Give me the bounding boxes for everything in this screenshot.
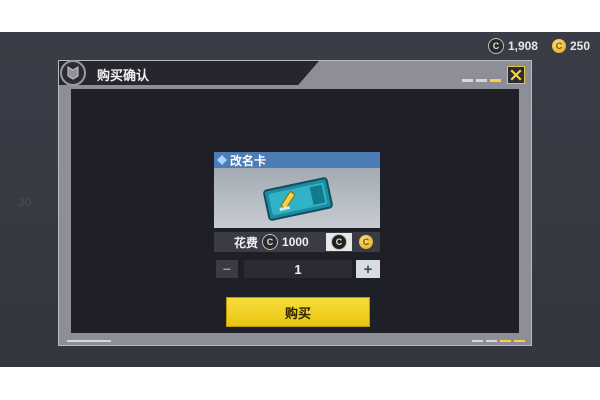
decor-stripes-top [462,79,501,82]
currency-bar: C 1,908 C 250 [487,38,590,54]
rank-emblem-icon [67,66,79,80]
item-name: 改名卡 [230,153,267,168]
gold-currency: C 250 [551,39,590,53]
cp-coin-icon: C [331,234,347,250]
pay-with-gold-toggle[interactable]: C [356,233,376,251]
decor-stripes-bottom [472,340,525,342]
price-value: 1000 [282,235,309,249]
close-button[interactable] [507,66,525,84]
dialog-emblem-icon [60,60,86,86]
cp-amount: 1,908 [507,39,538,53]
price-label: 花费 [234,235,259,250]
close-icon [510,69,522,81]
buy-label: 购买 [284,305,311,321]
item-card: 改名卡 [214,152,380,228]
gold-amount: 250 [569,39,590,53]
minus-icon: − [222,261,232,277]
gold-coin-icon: C [359,235,373,249]
buy-button[interactable]: 购买 [226,297,370,327]
diamond-icon [217,155,227,165]
background-ghost-value: 30 [18,195,32,209]
quantity-value: 1 [294,261,302,277]
rename-card-icon [263,177,333,221]
price-coin-icon: C [262,234,279,250]
item-header: 改名卡 [214,152,380,168]
background-ghost-text: 30 [18,195,31,209]
gold-coin-icon: C [551,39,566,53]
plus-icon: + [363,260,373,278]
cp-coin-icon: C [487,38,504,54]
dialog-title: 购买确认 [97,68,150,83]
quantity-decrement-button[interactable]: − [216,260,238,278]
decor-tick-left [67,340,111,342]
quantity-increment-button[interactable]: + [356,260,380,278]
pay-with-cp-toggle[interactable]: C [326,233,352,251]
quantity-field[interactable]: 1 [244,260,352,278]
cp-currency: C 1,908 [487,38,538,54]
